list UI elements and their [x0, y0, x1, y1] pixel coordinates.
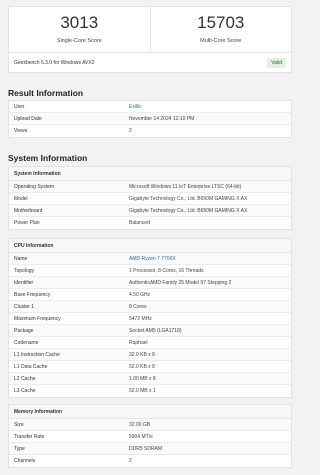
table-row: Maximum Frequency 5472 MHz — [9, 313, 291, 325]
row-key: Name — [14, 255, 28, 262]
table-row: Name AMD Ryzen 7 7700X — [9, 253, 291, 265]
memory-info-card: Memory Information Size 32.00 GB Transfe… — [8, 404, 292, 468]
table-row: Motherboard Gigabyte Technology Co., Ltd… — [9, 205, 291, 217]
row-key: Operating System — [14, 183, 55, 190]
table-row: L1 Instruction Cache 32.0 KB x 8 — [9, 349, 291, 361]
row-key: Codename — [14, 339, 39, 346]
row-value: Gigabyte Technology Co., Ltd. B650M GAMI… — [129, 195, 248, 202]
system-info-heading: System Information — [9, 167, 291, 181]
row-key: Power Plan — [14, 220, 40, 226]
benchmark-version: Geekbench 6.3.0 for Windows AVX2 — [14, 60, 95, 66]
row-key: Upload Date — [14, 115, 42, 122]
row-value: 2 — [129, 128, 132, 134]
table-row: Model Gigabyte Technology Co., Ltd. B650… — [9, 193, 291, 205]
table-row: Channels 2 — [9, 455, 291, 467]
table-row: User Exillic — [9, 101, 291, 113]
row-value: 32.0 KB x 8 — [129, 363, 155, 370]
table-row: L1 Data Cache 32.0 KB x 8 — [9, 361, 291, 373]
multi-core-value: 15703 — [197, 13, 245, 32]
single-core-label: Single-Core Score — [56, 38, 102, 44]
table-row: Type DDR5 SDRAM — [9, 443, 291, 455]
score-footer: Geekbench 6.3.0 for Windows AVX2 Valid — [9, 53, 291, 73]
table-row: Package Socket AM5 (LGA1718) — [9, 325, 291, 337]
row-value: 1 Processor, 8 Cores, 16 Threads — [129, 267, 204, 274]
scores-row: 3013 Single-Core Score 15703 Multi-Core … — [9, 7, 291, 53]
cpu-name-link[interactable]: AMD Ryzen 7 7700X — [129, 256, 176, 262]
row-value: 2 — [129, 458, 132, 464]
row-key: Motherboard — [14, 207, 43, 214]
table-row: Base Frequency 4.50 GHz — [9, 289, 291, 301]
row-key: Maximum Frequency — [14, 315, 61, 322]
table-row: Operating System Microsoft Windows 11 Io… — [9, 181, 291, 193]
row-value: Microsoft Windows 11 IoT Enterprise LTSC… — [129, 183, 242, 190]
row-value: 4.50 GHz — [129, 291, 151, 298]
row-key: Channels — [14, 458, 36, 464]
score-card: 3013 Single-Core Score 15703 Multi-Core … — [8, 6, 292, 73]
table-row: Views 2 — [9, 125, 291, 137]
row-key: Base Frequency — [14, 291, 51, 298]
row-value: AuthenticAMD Family 25 Model 97 Stepping… — [129, 279, 232, 286]
row-key: Transfer Rate — [14, 433, 45, 440]
row-value: 8 Cores — [129, 303, 147, 310]
single-core-value: 3013 — [60, 13, 99, 32]
row-key: L1 Instruction Cache — [14, 351, 60, 358]
row-value: 32.0 KB x 8 — [129, 351, 155, 358]
table-row: Codename Raphael — [9, 337, 291, 349]
row-value: 32.00 GB — [129, 421, 151, 428]
user-link[interactable]: Exillic — [129, 104, 142, 110]
row-value: 1.00 MB x 8 — [129, 375, 156, 382]
row-key: Cluster 1 — [14, 303, 35, 310]
table-row: Topology 1 Processor, 8 Cores, 16 Thread… — [9, 265, 291, 277]
table-row: Cluster 1 8 Cores — [9, 301, 291, 313]
status-badge: Valid — [267, 58, 286, 68]
multi-core-label: Multi-Core Score — [200, 38, 242, 44]
single-core-score: 3013 Single-Core Score — [9, 7, 150, 52]
row-key: L1 Data Cache — [14, 363, 48, 370]
row-value: November 14 2024 12:10 PM — [129, 115, 195, 122]
row-value: 5904 MT/s — [129, 433, 153, 440]
result-information-title: Result Information — [8, 88, 84, 98]
row-key: User — [14, 103, 25, 110]
row-key: Type — [14, 445, 25, 452]
row-key: Identifier — [14, 279, 34, 286]
cpu-info-card: CPU Information Name AMD Ryzen 7 7700X T… — [8, 238, 292, 398]
row-key: Package — [14, 327, 34, 334]
table-row: Upload Date November 14 2024 12:10 PM — [9, 113, 291, 125]
row-value: 5472 MHz — [129, 315, 152, 322]
row-key: L3 Cache — [14, 388, 36, 394]
system-information-title: System Information — [8, 153, 88, 163]
table-row: L3 Cache 32.0 MB x 1 — [9, 385, 291, 397]
table-row: Transfer Rate 5904 MT/s — [9, 431, 291, 443]
row-value: Balanced — [129, 220, 150, 226]
row-key: L2 Cache — [14, 375, 36, 382]
table-row: Identifier AuthenticAMD Family 25 Model … — [9, 277, 291, 289]
table-row: L2 Cache 1.00 MB x 8 — [9, 373, 291, 385]
row-key: Topology — [14, 267, 35, 274]
table-row: Size 32.00 GB — [9, 419, 291, 431]
result-information-card: User Exillic Upload Date November 14 202… — [8, 100, 292, 138]
row-key: Views — [14, 128, 28, 134]
row-value: Raphael — [129, 339, 148, 346]
memory-info-heading: Memory Information — [9, 405, 291, 419]
cpu-info-heading: CPU Information — [9, 239, 291, 253]
row-key: Size — [14, 421, 24, 428]
row-value: Gigabyte Technology Co., Ltd. B650M GAMI… — [129, 207, 248, 214]
system-info-card: System Information Operating System Micr… — [8, 166, 292, 230]
row-value: 32.0 MB x 1 — [129, 388, 156, 394]
row-key: Model — [14, 195, 28, 202]
row-value: Socket AM5 (LGA1718) — [129, 327, 182, 334]
row-value: DDR5 SDRAM — [129, 445, 163, 452]
multi-core-score: 15703 Multi-Core Score — [149, 7, 292, 52]
table-row: Power Plan Balanced — [9, 217, 291, 229]
